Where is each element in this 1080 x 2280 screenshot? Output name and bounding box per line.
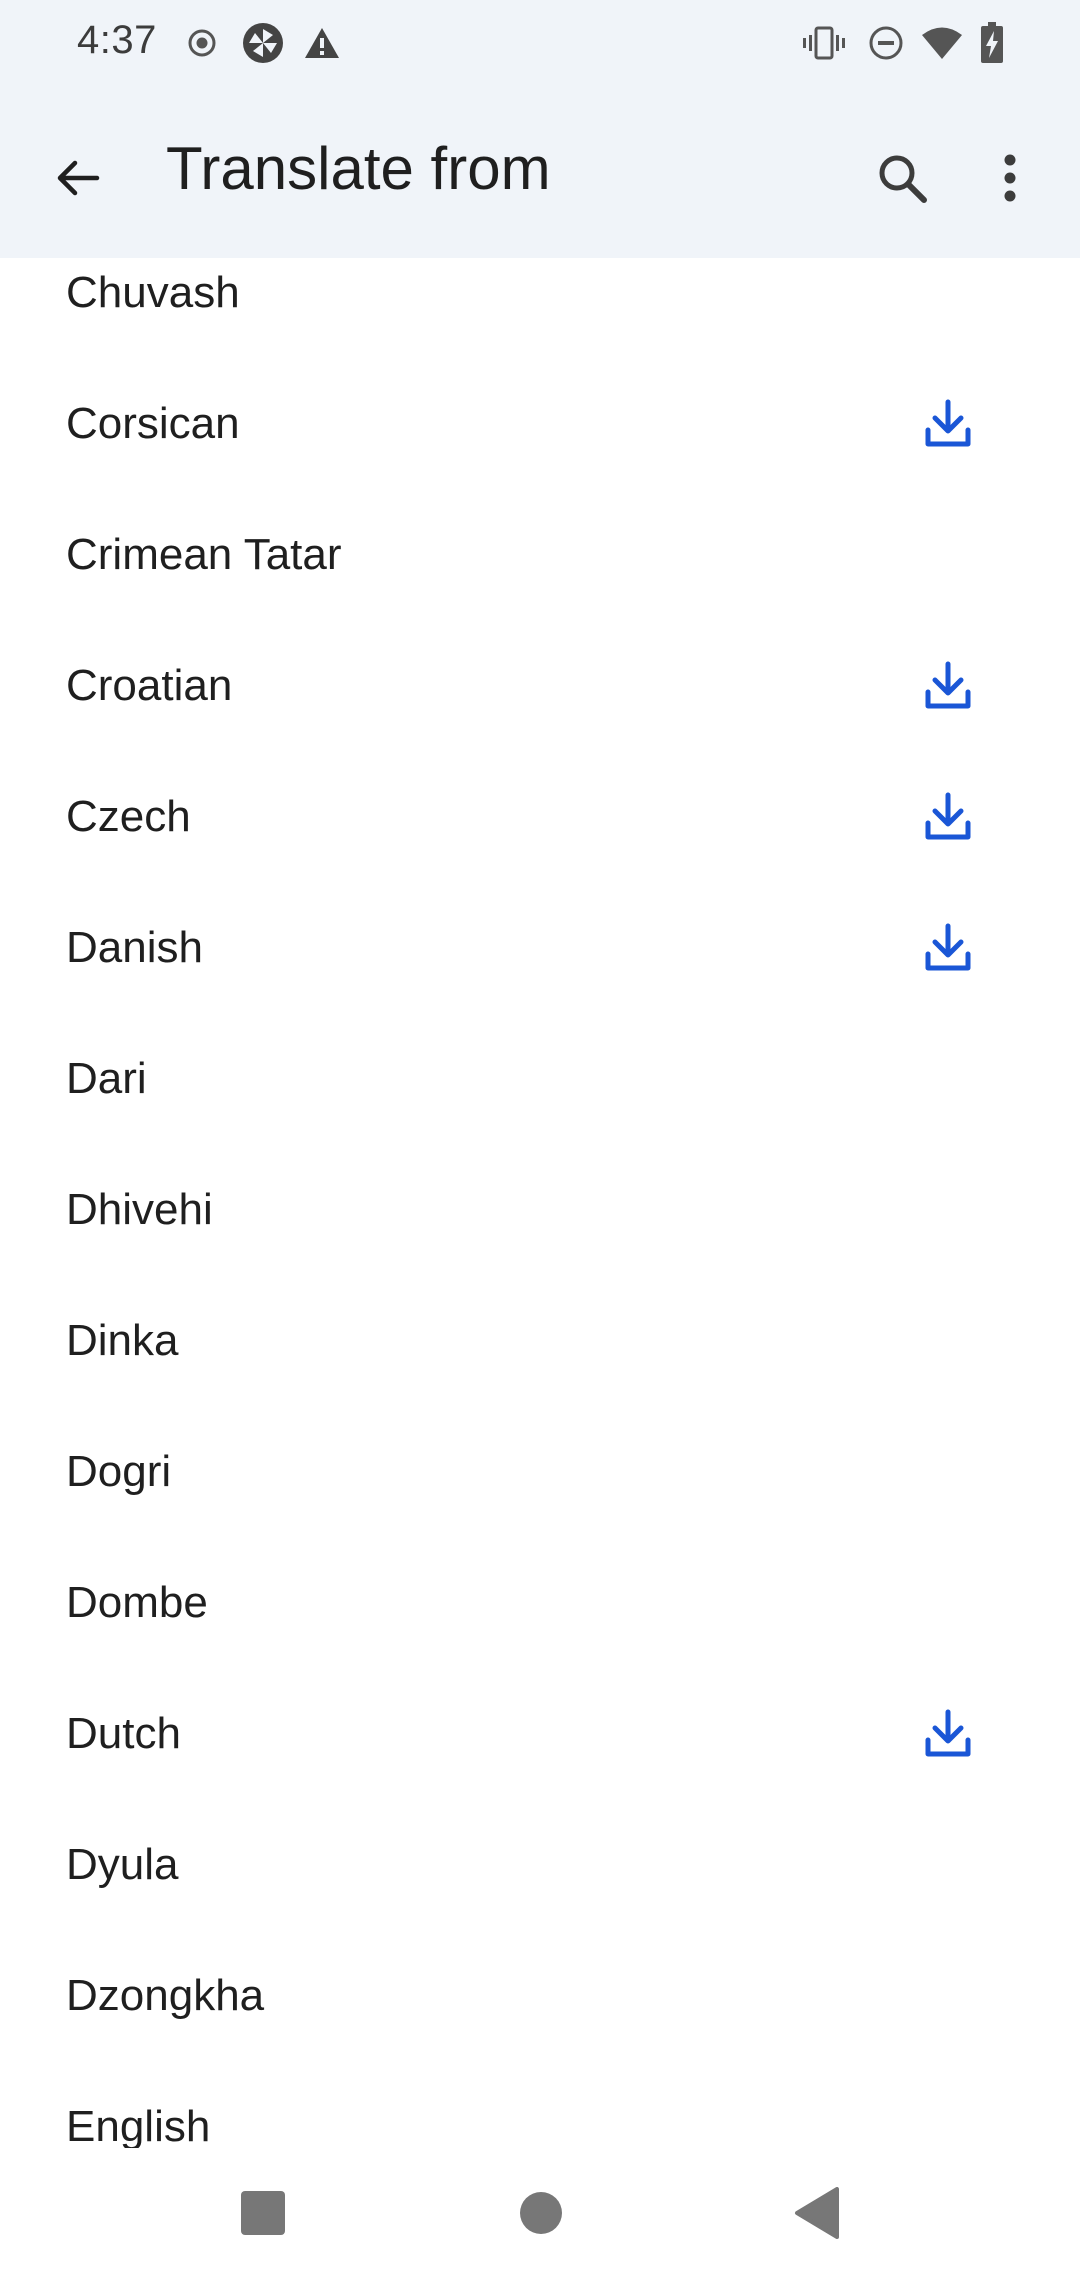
language-label: Danish <box>66 923 203 972</box>
language-list: Chuvash Corsican Crimean Tatar Croatian Czec… <box>0 258 1080 2148</box>
language-label: Dombe <box>66 1578 208 1627</box>
language-item[interactable]: Dombe <box>0 1538 1080 1669</box>
language-label: Croatian <box>66 661 233 710</box>
search-button[interactable] <box>862 138 942 218</box>
language-label: Crimean Tatar <box>66 530 342 579</box>
language-label: Dhivehi <box>66 1185 213 1234</box>
language-label: Dutch <box>66 1709 181 1758</box>
language-item[interactable]: Corsican <box>0 359 1080 490</box>
language-item[interactable]: Dyula <box>0 1800 1080 1931</box>
language-item[interactable]: Crimean Tatar <box>0 490 1080 621</box>
system-nav-bar <box>0 2148 1080 2280</box>
nav-back-button[interactable] <box>772 2168 862 2258</box>
warning-icon <box>302 20 342 66</box>
app-bar: Translate from <box>0 88 1080 258</box>
language-label: Dzongkha <box>66 1971 265 2020</box>
download-icon[interactable] <box>916 785 980 849</box>
language-item[interactable]: English <box>0 2062 1080 2148</box>
language-item[interactable]: Chuvash <box>0 258 1080 359</box>
language-label: English <box>66 2102 211 2148</box>
search-icon <box>879 155 927 203</box>
back-triangle-icon <box>795 2187 839 2239</box>
download-icon[interactable] <box>916 392 980 456</box>
language-item[interactable]: Dzongkha <box>0 1931 1080 2062</box>
language-item[interactable]: Dutch <box>0 1669 1080 1800</box>
download-icon[interactable] <box>916 916 980 980</box>
language-label: Czech <box>66 792 191 841</box>
language-label: Dogri <box>66 1447 172 1496</box>
home-button[interactable] <box>496 2168 586 2258</box>
recents-button[interactable] <box>218 2168 308 2258</box>
status-bar: 4:37 <box>0 0 1080 88</box>
page-title: Translate from <box>166 135 551 202</box>
download-icon[interactable] <box>916 654 980 718</box>
language-item[interactable]: Czech <box>0 752 1080 883</box>
language-label: Chuvash <box>66 268 240 317</box>
arrow-back-icon <box>57 160 100 196</box>
recents-square-icon <box>241 2191 285 2235</box>
home-circle-icon <box>520 2192 562 2234</box>
back-button[interactable] <box>38 138 118 218</box>
more-options-button[interactable] <box>980 138 1040 218</box>
battery-charging-icon <box>978 20 1006 66</box>
language-item[interactable]: Dogri <box>0 1407 1080 1538</box>
language-label: Dinka <box>66 1316 179 1365</box>
status-time: 4:37 <box>77 18 157 62</box>
language-item[interactable]: Croatian <box>0 621 1080 752</box>
language-item[interactable]: Dari <box>0 1014 1080 1145</box>
do-not-disturb-icon <box>866 20 906 66</box>
download-icon[interactable] <box>916 1702 980 1766</box>
camera-shutter-icon <box>240 20 286 66</box>
language-item[interactable]: Dhivehi <box>0 1145 1080 1276</box>
language-label: Corsican <box>66 399 240 448</box>
language-label: Dari <box>66 1054 147 1103</box>
language-item[interactable]: Danish <box>0 883 1080 1014</box>
vibrate-icon <box>802 20 846 66</box>
record-icon <box>186 20 218 66</box>
wifi-icon <box>920 20 964 66</box>
language-label: Dyula <box>66 1840 179 1889</box>
language-item[interactable]: Dinka <box>0 1276 1080 1407</box>
more-vert-icon <box>1004 154 1016 202</box>
